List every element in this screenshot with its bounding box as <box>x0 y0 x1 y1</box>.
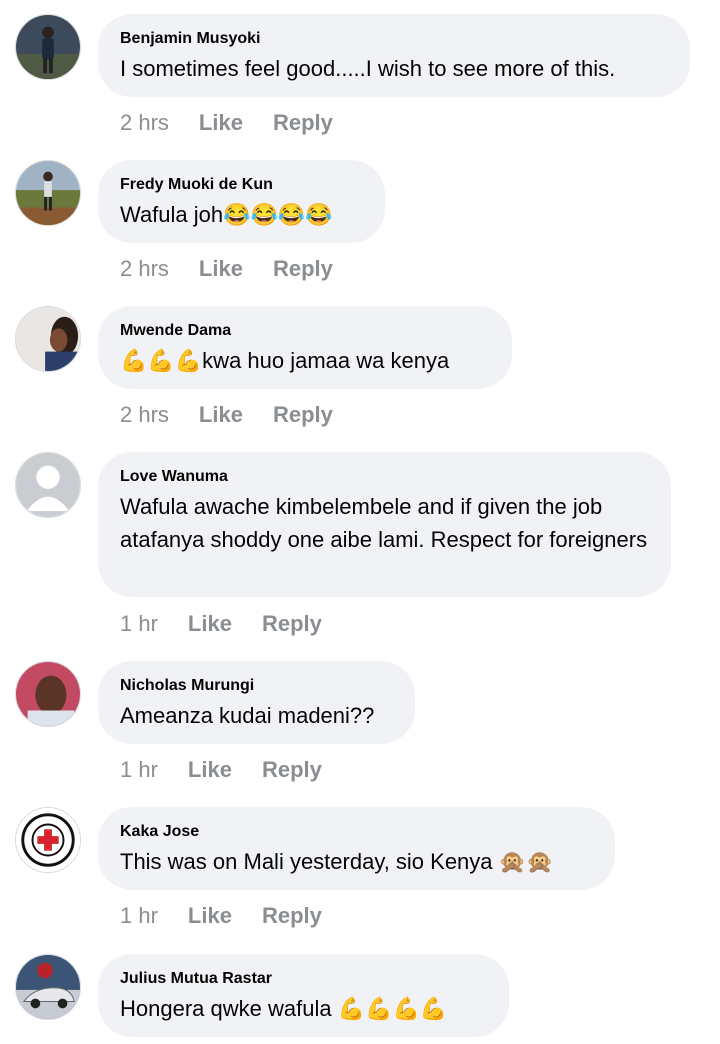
comment-text: 💪💪💪kwa huo jamaa wa kenya <box>120 348 450 373</box>
comment-timestamp[interactable]: 1 hr <box>120 757 158 783</box>
comment-actions: 2 hrs Like Reply <box>120 256 333 282</box>
comment-actions: 1 hr Like Reply <box>120 757 322 783</box>
comment-bubble: Nicholas Murungi Ameanza kudai madeni?? <box>98 661 415 744</box>
comment-bubble: Love Wanuma Wafula awache kimbelembele a… <box>98 452 671 597</box>
comment-actions: 2 hrs Like Reply <box>120 402 333 428</box>
comment-timestamp[interactable]: 2 hrs <box>120 110 169 136</box>
comment-author[interactable]: Julius Mutua Rastar <box>120 969 487 989</box>
reply-button[interactable]: Reply <box>262 757 322 783</box>
comment-bubble: Benjamin Musyoki I sometimes feel good..… <box>98 14 690 97</box>
comment-author[interactable]: Love Wanuma <box>120 467 649 487</box>
comment-bubble: Mwende Dama 💪💪💪kwa huo jamaa wa kenya <box>98 306 512 389</box>
reply-button[interactable]: Reply <box>262 903 322 929</box>
avatar[interactable] <box>15 807 81 873</box>
avatar[interactable] <box>15 452 81 518</box>
like-button[interactable]: Like <box>199 402 243 428</box>
comment-bubble: Fredy Muoki de Kun Wafula joh😂😂😂😂 <box>98 160 385 243</box>
like-button[interactable]: Like <box>188 611 232 637</box>
comment-actions: 1 hr Like Reply <box>120 903 322 929</box>
like-button[interactable]: Like <box>188 757 232 783</box>
comment-actions: 1 hr Like Reply <box>120 611 322 637</box>
comment-timestamp[interactable]: 1 hr <box>120 611 158 637</box>
like-button[interactable]: Like <box>199 110 243 136</box>
avatar[interactable] <box>15 14 81 80</box>
comment-bubble: Julius Mutua Rastar Hongera qwke wafula … <box>98 954 509 1037</box>
comment-author[interactable]: Benjamin Musyoki <box>120 29 668 49</box>
avatar[interactable] <box>15 661 81 727</box>
avatar[interactable] <box>15 306 81 372</box>
comment-timestamp[interactable]: 1 hr <box>120 903 158 929</box>
comment-author[interactable]: Nicholas Murungi <box>120 676 393 696</box>
comment-author[interactable]: Fredy Muoki de Kun <box>120 175 363 195</box>
like-button[interactable]: Like <box>199 256 243 282</box>
comment-text: I sometimes feel good.....I wish to see … <box>120 56 616 81</box>
comment-text: This was on Mali yesterday, sio Kenya 🙊🙊 <box>120 849 554 874</box>
comment-text: Hongera qwke wafula 💪💪💪💪 <box>120 996 448 1021</box>
comment-timestamp[interactable]: 2 hrs <box>120 402 169 428</box>
reply-button[interactable]: Reply <box>262 611 322 637</box>
comment-bubble: Kaka Jose This was on Mali yesterday, si… <box>98 807 615 890</box>
comment-author[interactable]: Kaka Jose <box>120 822 593 842</box>
like-button[interactable]: Like <box>188 903 232 929</box>
comment-actions: 2 hrs Like Reply <box>120 110 333 136</box>
reply-button[interactable]: Reply <box>273 402 333 428</box>
avatar[interactable] <box>15 160 81 226</box>
comment-text: Ameanza kudai madeni?? <box>120 703 375 728</box>
reply-button[interactable]: Reply <box>273 110 333 136</box>
reply-button[interactable]: Reply <box>273 256 333 282</box>
comment-text: Wafula awache kimbelembele and if given … <box>120 494 648 552</box>
comment-text: Wafula joh😂😂😂😂 <box>120 202 333 227</box>
comment-timestamp[interactable]: 2 hrs <box>120 256 169 282</box>
avatar[interactable] <box>15 954 81 1020</box>
comment-author[interactable]: Mwende Dama <box>120 321 490 341</box>
